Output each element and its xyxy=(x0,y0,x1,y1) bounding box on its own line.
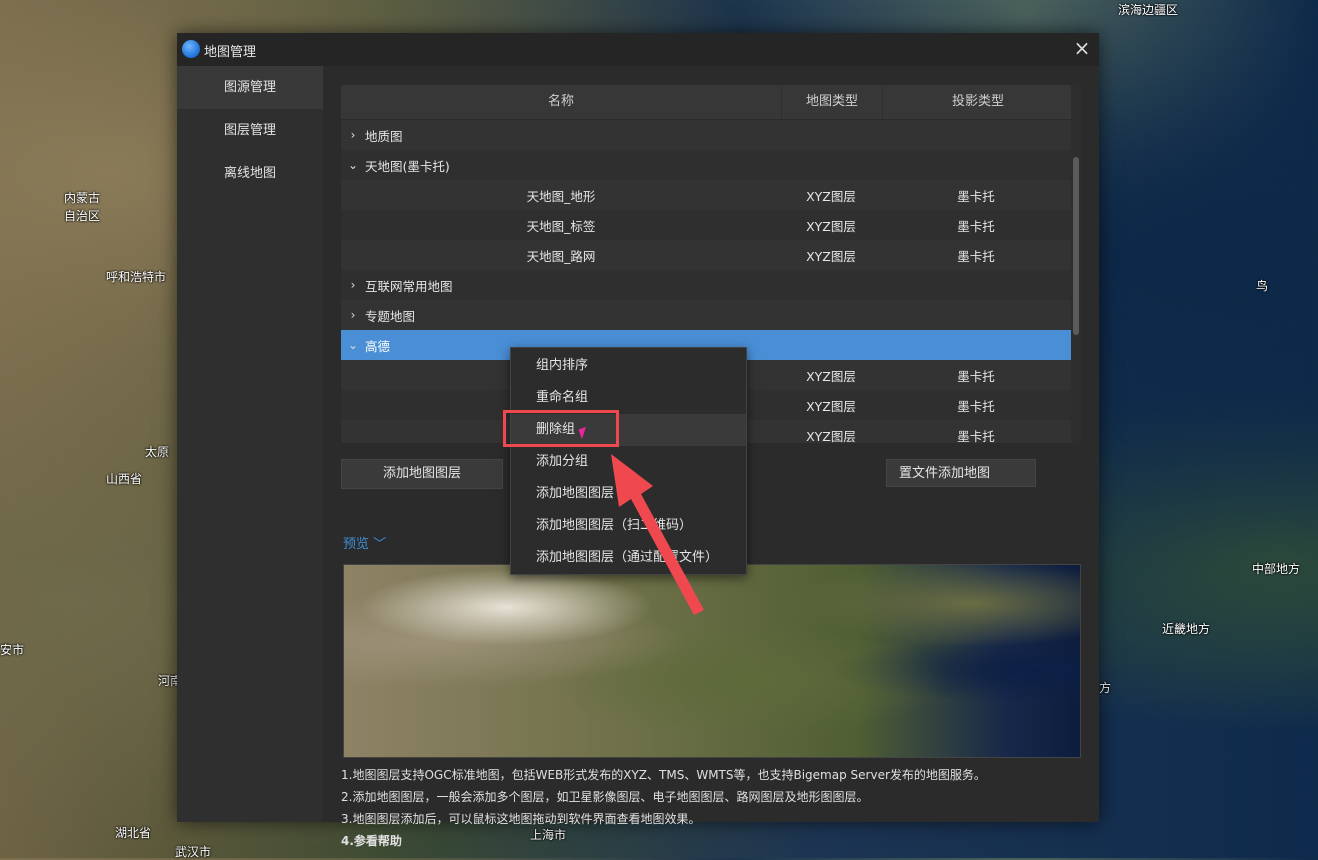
annotation-arrow-icon xyxy=(611,454,704,615)
arrow-shape xyxy=(611,454,704,615)
